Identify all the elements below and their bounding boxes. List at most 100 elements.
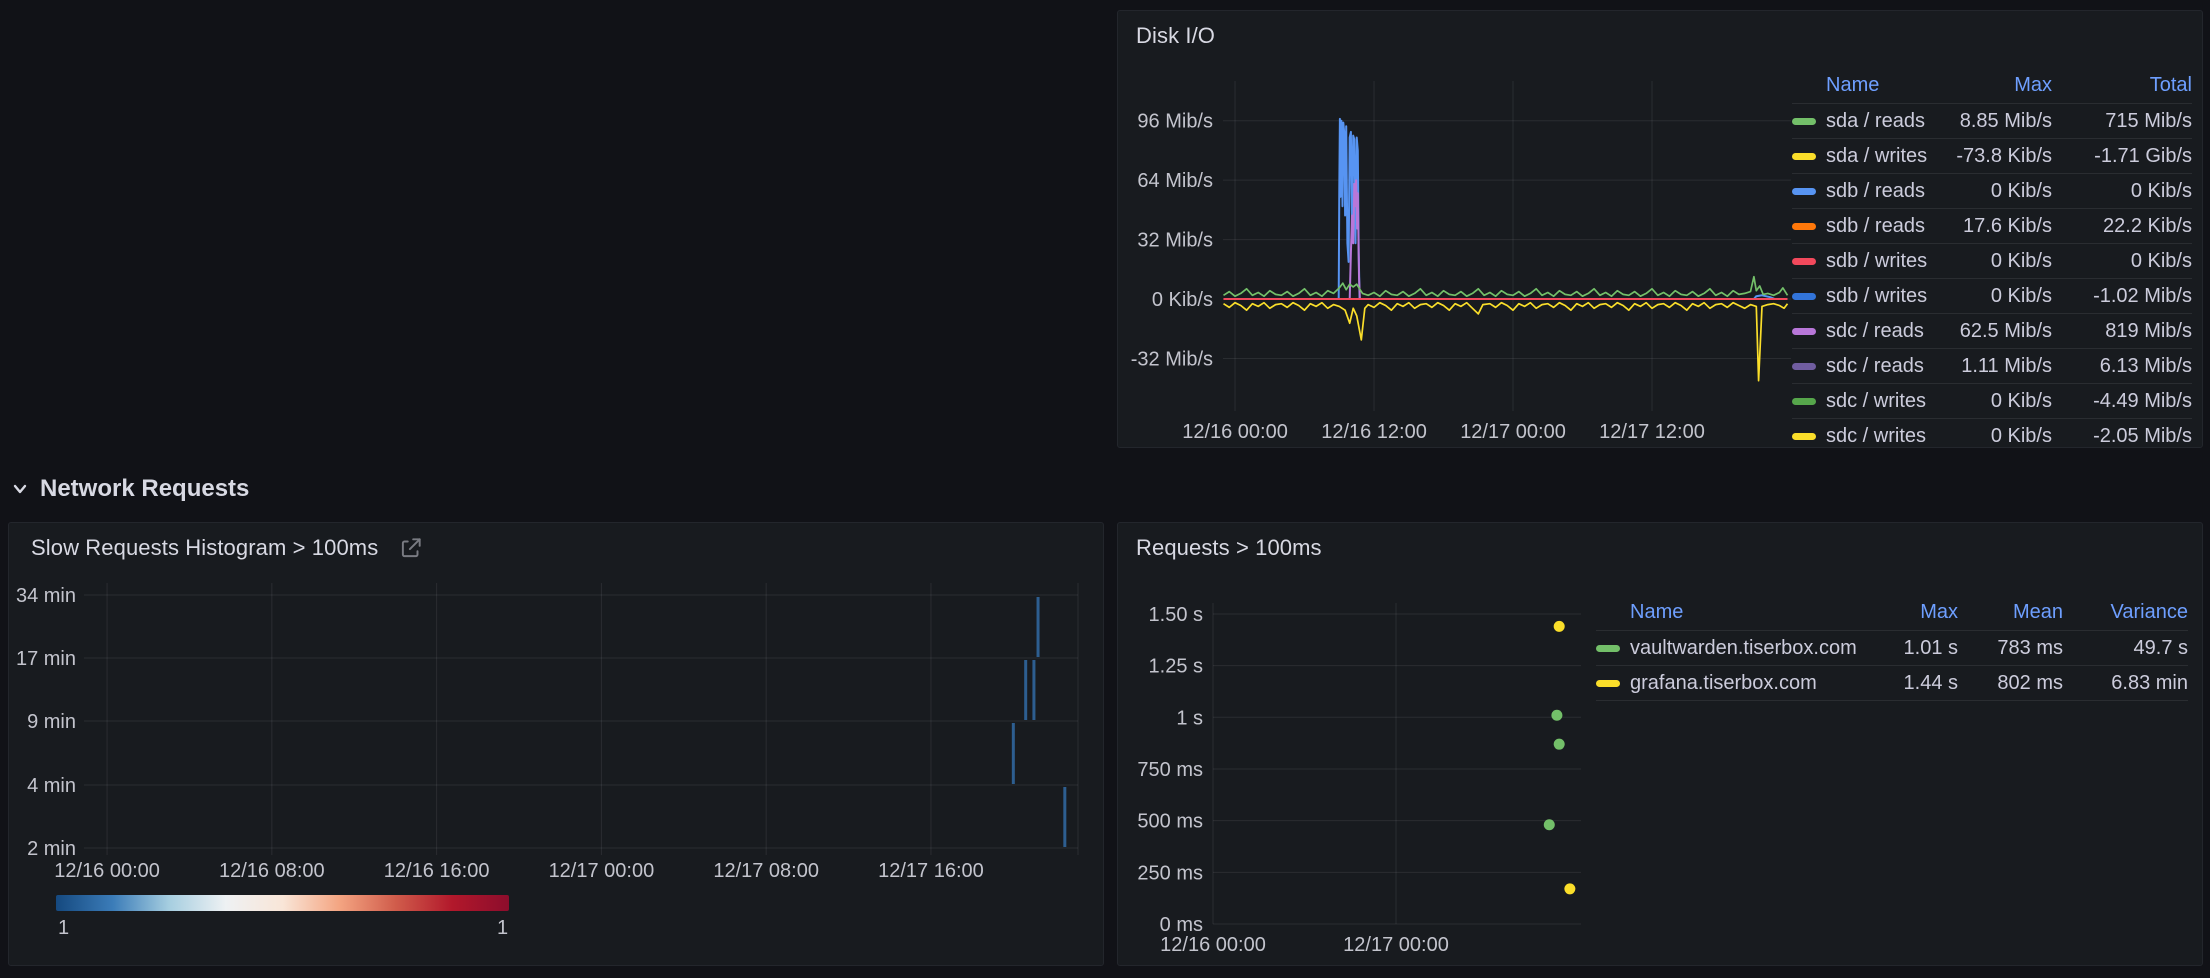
series-color-marker [1792, 328, 1826, 335]
svg-text:64 Mib/s: 64 Mib/s [1137, 170, 1213, 192]
svg-text:12/16 00:00: 12/16 00:00 [1160, 934, 1266, 956]
panel-slow-requests-histogram: Slow Requests Histogram > 100ms 34 min17… [8, 522, 1104, 966]
disk-legend-row: sdb / writes 0 Kib/s -1.02 Mib/s [1792, 278, 2192, 313]
series-name[interactable]: sdc / reads [1826, 320, 1927, 343]
series-color-marker [1792, 433, 1826, 440]
disk-legend-row: sda / reads 8.85 Mib/s 715 Mib/s [1792, 103, 2192, 138]
disk-legend-row: sdc / writes 0 Kib/s -2.05 Mib/s [1792, 418, 2192, 447]
svg-text:1.50 s: 1.50 s [1149, 604, 1203, 626]
series-color-marker [1792, 118, 1826, 125]
disk-legend-row: sda / writes -73.8 Kib/s -1.71 Gib/s [1792, 138, 2192, 173]
svg-text:12/17 00:00: 12/17 00:00 [549, 860, 655, 882]
svg-text:12/16 12:00: 12/16 12:00 [1321, 421, 1427, 443]
legend-header-max[interactable]: Max [1927, 74, 2052, 97]
color-scale-max: 1 [497, 917, 508, 940]
svg-text:12/17 00:00: 12/17 00:00 [1343, 934, 1449, 956]
legend-header-name[interactable]: Name [1826, 74, 1927, 97]
series-name[interactable]: sdb / writes [1826, 250, 1927, 273]
series-name[interactable]: sdc / writes [1826, 390, 1927, 413]
series-color-marker [1792, 223, 1826, 230]
svg-text:9 min: 9 min [27, 711, 76, 733]
svg-text:32 Mib/s: 32 Mib/s [1137, 230, 1213, 252]
legend-header-mean[interactable]: Mean [1958, 601, 2063, 624]
series-total-value: 0 Kib/s [2052, 180, 2192, 203]
series-total-value: -1.02 Mib/s [2052, 285, 2192, 308]
series-name[interactable]: sdb / writes [1826, 285, 1927, 308]
svg-text:17 min: 17 min [16, 648, 76, 670]
svg-text:96 Mib/s: 96 Mib/s [1137, 111, 1213, 133]
series-name[interactable]: sdc / writes [1826, 425, 1927, 448]
series-max-value: 0 Kib/s [1927, 285, 2052, 308]
disk-legend-header: Name Max Total [1792, 67, 2192, 103]
series-total-value: -4.49 Mib/s [2052, 390, 2192, 413]
series-color-marker [1792, 188, 1826, 195]
requests-legend-table: Name Max Mean Variance vaultwarden.tiser… [1596, 595, 2188, 701]
requests-legend-row: vaultwarden.tiserbox.com 1.01 s 783 ms 4… [1596, 631, 2188, 666]
series-total-value: 22.2 Kib/s [2052, 215, 2192, 238]
chevron-down-icon[interactable] [10, 479, 30, 499]
series-total-value: -1.71 Gib/s [2052, 145, 2192, 168]
series-color-marker [1596, 645, 1630, 652]
svg-text:12/17 16:00: 12/17 16:00 [878, 860, 984, 882]
section-network-requests[interactable]: Network Requests [10, 470, 249, 508]
series-name[interactable]: vaultwarden.tiserbox.com [1630, 637, 1863, 660]
section-title[interactable]: Network Requests [40, 475, 249, 503]
svg-text:4 min: 4 min [27, 775, 76, 797]
series-max-value: 1.01 s [1863, 637, 1958, 660]
series-color-marker [1792, 293, 1826, 300]
disk-legend-table: Name Max Total sda / reads 8.85 Mib/s 71… [1792, 67, 2192, 447]
series-name[interactable]: sdc / reads [1826, 355, 1927, 378]
panel-disk-io: Disk I/O 96 Mib/s64 Mib/s32 Mib/s0 Kib/s… [1117, 10, 2203, 448]
disk-legend-row: sdc / reads 62.5 Mib/s 819 Mib/s [1792, 313, 2192, 348]
series-max-value: 17.6 Kib/s [1927, 215, 2052, 238]
series-max-value: 0 Kib/s [1927, 390, 2052, 413]
series-max-value: 0 Kib/s [1927, 180, 2052, 203]
series-color-marker [1792, 363, 1826, 370]
series-variance-value: 49.7 s [2063, 637, 2188, 660]
series-max-value: 1.44 s [1863, 672, 1958, 695]
svg-text:12/16 00:00: 12/16 00:00 [54, 860, 160, 882]
series-name[interactable]: grafana.tiserbox.com [1630, 672, 1863, 695]
svg-text:12/17 08:00: 12/17 08:00 [713, 860, 819, 882]
series-color-marker [1792, 153, 1826, 160]
series-max-value: 8.85 Mib/s [1927, 110, 2052, 133]
disk-legend-row: sdb / reads 0 Kib/s 0 Kib/s [1792, 173, 2192, 208]
series-color-marker [1596, 680, 1630, 687]
grafana-dashboard: Disk I/O 96 Mib/s64 Mib/s32 Mib/s0 Kib/s… [0, 0, 2210, 978]
svg-text:0 Kib/s: 0 Kib/s [1152, 289, 1213, 311]
legend-header-total[interactable]: Total [2052, 74, 2192, 97]
svg-text:12/16 08:00: 12/16 08:00 [219, 860, 325, 882]
series-color-marker [1792, 258, 1826, 265]
series-total-value: -2.05 Mib/s [2052, 425, 2192, 448]
heatmap-color-scale [56, 895, 509, 911]
svg-text:500 ms: 500 ms [1137, 811, 1203, 833]
series-mean-value: 783 ms [1958, 637, 2063, 660]
series-max-value: 1.11 Mib/s [1927, 355, 2052, 378]
series-color-marker [1792, 398, 1826, 405]
requests-legend-row: grafana.tiserbox.com 1.44 s 802 ms 6.83 … [1596, 666, 2188, 701]
requests-scatter-chart[interactable]: 1.50 s1.25 s1 s750 ms500 ms250 ms0 ms12/… [1118, 523, 2203, 966]
series-max-value: 0 Kib/s [1927, 250, 2052, 273]
series-name[interactable]: sdb / reads [1826, 215, 1927, 238]
requests-legend-header: Name Max Mean Variance [1596, 595, 2188, 631]
series-max-value: -73.8 Kib/s [1927, 145, 2052, 168]
legend-header-max[interactable]: Max [1863, 601, 1958, 624]
svg-text:1 s: 1 s [1176, 707, 1203, 729]
legend-header-name[interactable]: Name [1630, 601, 1863, 624]
series-mean-value: 802 ms [1958, 672, 2063, 695]
legend-header-variance[interactable]: Variance [2063, 601, 2188, 624]
series-name[interactable]: sdb / reads [1826, 180, 1927, 203]
series-variance-value: 6.83 min [2063, 672, 2188, 695]
disk-legend-row: sdb / reads 17.6 Kib/s 22.2 Kib/s [1792, 208, 2192, 243]
svg-text:250 ms: 250 ms [1137, 862, 1203, 884]
series-total-value: 819 Mib/s [2052, 320, 2192, 343]
series-name[interactable]: sda / reads [1826, 110, 1927, 133]
svg-text:1.25 s: 1.25 s [1149, 656, 1203, 678]
svg-text:34 min: 34 min [16, 585, 76, 607]
svg-text:12/17 00:00: 12/17 00:00 [1460, 421, 1566, 443]
color-scale-min: 1 [58, 917, 69, 940]
svg-text:2 min: 2 min [27, 838, 76, 860]
series-total-value: 715 Mib/s [2052, 110, 2192, 133]
panel-requests: Requests > 100ms 1.50 s1.25 s1 s750 ms50… [1117, 522, 2203, 966]
series-name[interactable]: sda / writes [1826, 145, 1927, 168]
